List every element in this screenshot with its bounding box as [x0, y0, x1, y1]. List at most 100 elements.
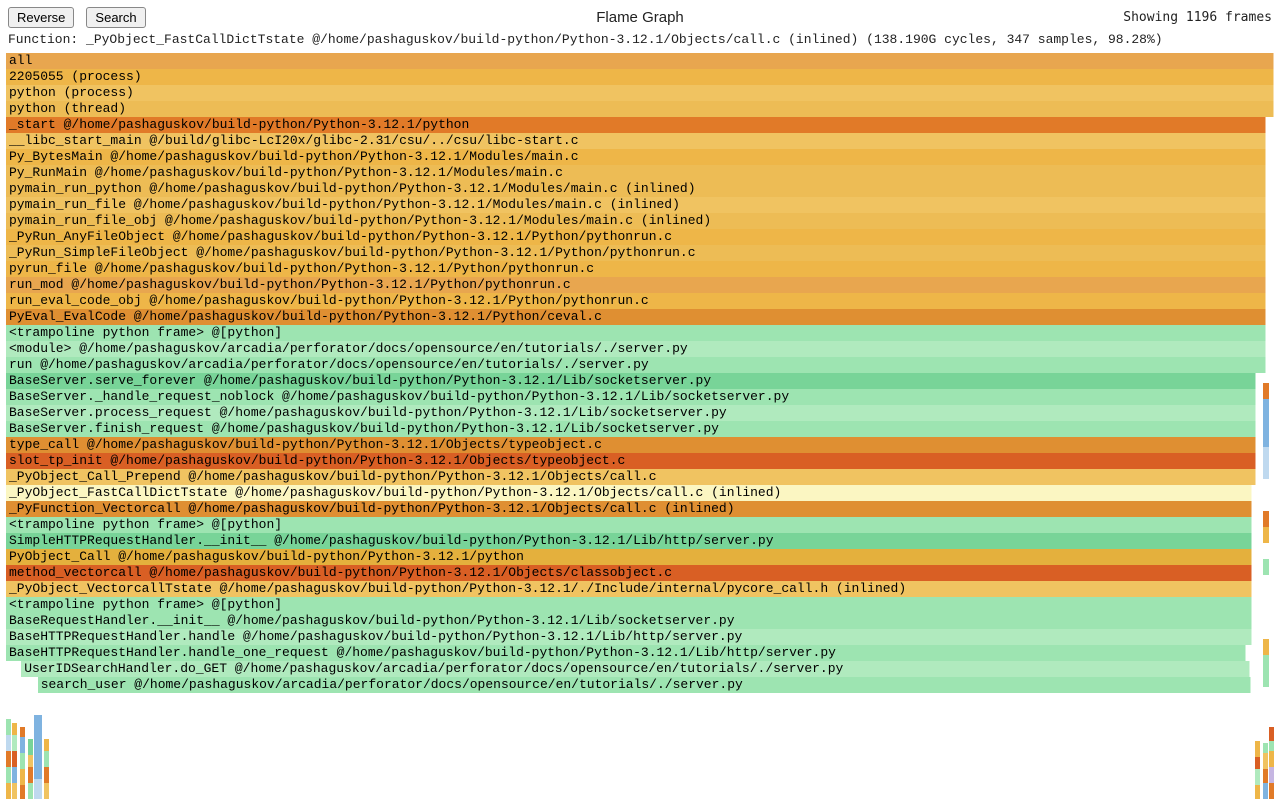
flame-frame[interactable]: SimpleHTTPRequestHandler.__init__ @/home… [6, 533, 1252, 549]
sliver[interactable] [1263, 655, 1269, 687]
flame-frame[interactable]: BaseServer._handle_request_noblock @/hom… [6, 389, 1256, 405]
sliver[interactable] [44, 783, 49, 799]
flame-frame[interactable]: search_user @/home/pashaguskov/arcadia/p… [38, 677, 1251, 693]
flame-frame[interactable]: _PyObject_Call_Prepend @/home/pashagusko… [6, 469, 1256, 485]
flame-row: pyrun_file @/home/pashaguskov/build-pyth… [6, 261, 1274, 277]
flame-frame[interactable]: BaseHTTPRequestHandler.handle @/home/pas… [6, 629, 1252, 645]
flame-row: <module> @/home/pashaguskov/arcadia/perf… [6, 341, 1274, 357]
sliver[interactable] [1255, 785, 1260, 799]
flame-frame[interactable]: slot_tp_init @/home/pashaguskov/build-py… [6, 453, 1256, 469]
sliver[interactable] [6, 719, 11, 735]
sliver[interactable] [12, 723, 17, 735]
flame-row: python (process) [6, 85, 1274, 101]
sliver[interactable] [1269, 783, 1274, 799]
flame-frame[interactable]: run_mod @/home/pashaguskov/build-python/… [6, 277, 1266, 293]
flame-row: BaseServer.process_request @/home/pashag… [6, 405, 1274, 421]
sliver[interactable] [6, 783, 11, 799]
flame-row: _PyObject_FastCallDictTstate @/home/pash… [6, 485, 1274, 501]
flame-frame[interactable]: __libc_start_main @/build/glibc-LcI20x/g… [6, 133, 1266, 149]
sliver[interactable] [1269, 741, 1274, 751]
flame-frame[interactable]: BaseServer.finish_request @/home/pashagu… [6, 421, 1256, 437]
sliver[interactable] [34, 779, 42, 799]
reverse-button[interactable]: Reverse [8, 7, 74, 28]
flame-row: BaseServer._handle_request_noblock @/hom… [6, 389, 1274, 405]
sliver[interactable] [12, 751, 17, 767]
sliver[interactable] [1263, 783, 1268, 799]
sliver[interactable] [1263, 383, 1269, 399]
sliver[interactable] [1269, 751, 1274, 767]
sliver[interactable] [20, 753, 25, 769]
flame-frame[interactable]: run @/home/pashaguskov/arcadia/perforato… [6, 357, 1266, 373]
flame-frame[interactable]: BaseRequestHandler.__init__ @/home/pasha… [6, 613, 1252, 629]
sliver[interactable] [1263, 753, 1268, 769]
sliver[interactable] [12, 735, 17, 751]
sliver[interactable] [1269, 727, 1274, 741]
flame-frame[interactable]: pymain_run_file @/home/pashaguskov/build… [6, 197, 1266, 213]
flame-frame[interactable]: <trampoline python frame> @[python] [6, 597, 1252, 613]
frame-count: Showing 1196 frames [1123, 10, 1272, 25]
sliver[interactable] [28, 739, 33, 755]
flame-frame[interactable]: <trampoline python frame> @[python] [6, 517, 1252, 533]
flame-frame[interactable]: 2205055 (process) [6, 69, 1274, 85]
sliver[interactable] [44, 767, 49, 783]
sliver[interactable] [1269, 767, 1274, 783]
sliver[interactable] [1263, 769, 1268, 783]
sliver[interactable] [1255, 769, 1260, 785]
sliver[interactable] [6, 751, 11, 767]
sliver[interactable] [34, 715, 42, 779]
flame-frame[interactable]: _PyRun_SimpleFileObject @/home/pashagusk… [6, 245, 1266, 261]
sliver[interactable] [12, 767, 17, 783]
flame-frame[interactable]: UserIDSearchHandler.do_GET @/home/pashag… [21, 661, 1250, 677]
sliver[interactable] [1255, 741, 1260, 757]
flame-frame[interactable]: Py_RunMain @/home/pashaguskov/build-pyth… [6, 165, 1266, 181]
sliver[interactable] [28, 767, 33, 783]
flame-row: run @/home/pashaguskov/arcadia/perforato… [6, 357, 1274, 373]
sliver[interactable] [20, 769, 25, 785]
flame-frame[interactable]: method_vectorcall @/home/pashaguskov/bui… [6, 565, 1252, 581]
flame-frame[interactable]: pymain_run_python @/home/pashaguskov/bui… [6, 181, 1266, 197]
flame-frame[interactable]: PyEval_EvalCode @/home/pashaguskov/build… [6, 309, 1266, 325]
flame-row: __libc_start_main @/build/glibc-LcI20x/g… [6, 133, 1274, 149]
sliver[interactable] [44, 739, 49, 751]
flame-frame[interactable]: BaseServer.serve_forever @/home/pashagus… [6, 373, 1256, 389]
sliver[interactable] [20, 737, 25, 753]
sliver[interactable] [1255, 757, 1260, 769]
sliver[interactable] [20, 727, 25, 737]
flame-frame[interactable]: pymain_run_file_obj @/home/pashaguskov/b… [6, 213, 1266, 229]
flame-frame[interactable]: <trampoline python frame> @[python] [6, 325, 1266, 341]
sliver[interactable] [1263, 639, 1269, 655]
sliver[interactable] [28, 755, 33, 767]
flame-frame[interactable]: BaseHTTPRequestHandler.handle_one_reques… [6, 645, 1246, 661]
sliver[interactable] [1263, 743, 1268, 753]
sliver[interactable] [28, 783, 33, 799]
sliver[interactable] [1263, 399, 1269, 447]
flame-frame[interactable]: all [6, 53, 1274, 69]
flame-frame[interactable]: BaseServer.process_request @/home/pashag… [6, 405, 1256, 421]
flame-row: pymain_run_python @/home/pashaguskov/bui… [6, 181, 1274, 197]
sliver[interactable] [1263, 511, 1269, 527]
flame-frame[interactable]: Py_BytesMain @/home/pashaguskov/build-py… [6, 149, 1266, 165]
flame-frame[interactable]: python (process) [6, 85, 1274, 101]
sliver[interactable] [1263, 447, 1269, 479]
flame-frame[interactable]: _PyFunction_Vectorcall @/home/pashagusko… [6, 501, 1252, 517]
flame-frame[interactable]: python (thread) [6, 101, 1274, 117]
flame-frame[interactable]: _start @/home/pashaguskov/build-python/P… [6, 117, 1266, 133]
flame-frame[interactable]: _PyObject_VectorcallTstate @/home/pashag… [6, 581, 1252, 597]
sliver[interactable] [6, 767, 11, 783]
flame-frame[interactable]: PyObject_Call @/home/pashaguskov/build-p… [6, 549, 1252, 565]
sliver[interactable] [1263, 559, 1269, 575]
flame-frame[interactable]: _PyObject_FastCallDictTstate @/home/pash… [6, 485, 1252, 501]
sliver[interactable] [20, 785, 25, 799]
flame-frame[interactable]: run_eval_code_obj @/home/pashaguskov/bui… [6, 293, 1266, 309]
search-button[interactable]: Search [86, 7, 145, 28]
flame-frame[interactable]: type_call @/home/pashaguskov/build-pytho… [6, 437, 1256, 453]
flame-frame[interactable]: <module> @/home/pashaguskov/arcadia/perf… [6, 341, 1266, 357]
sliver[interactable] [6, 735, 11, 751]
sliver[interactable] [1263, 527, 1269, 543]
flame-frame[interactable]: _PyRun_AnyFileObject @/home/pashaguskov/… [6, 229, 1266, 245]
flame-row: python (thread) [6, 101, 1274, 117]
flame-frame[interactable]: pyrun_file @/home/pashaguskov/build-pyth… [6, 261, 1266, 277]
sliver[interactable] [44, 751, 49, 767]
sliver[interactable] [12, 783, 17, 799]
flame-row: PyEval_EvalCode @/home/pashaguskov/build… [6, 309, 1274, 325]
